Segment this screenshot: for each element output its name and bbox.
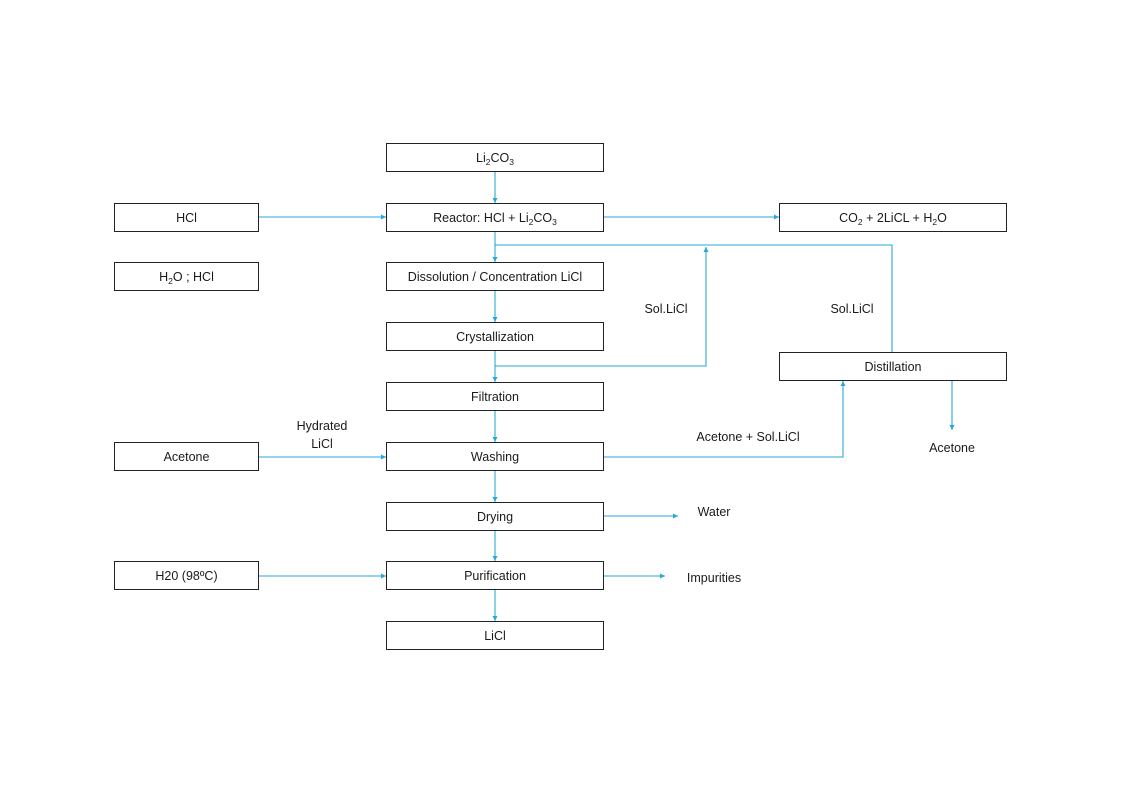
label-acetone-output: Acetone: [929, 441, 975, 455]
box-crystallization: Crystallization: [386, 322, 604, 351]
box-drying: Drying: [386, 502, 604, 531]
box-label: Drying: [476, 509, 514, 524]
label-sol-licl-distillation: Sol.LiCl: [830, 302, 874, 316]
box-label: Washing: [470, 449, 520, 464]
box-h2o-hcl: H2O ; HCl: [114, 262, 259, 291]
box-label: H20 (98ºC): [155, 568, 218, 583]
box-li2co3: Li2CO3: [386, 143, 604, 172]
box-reaction-products: CO2 + 2LiCL + H2O: [779, 203, 1007, 232]
box-label: Crystallization: [456, 329, 534, 344]
box-hcl: HCl: [114, 203, 259, 232]
box-h2o-98c: H20 (98ºC): [114, 561, 259, 590]
box-label: Li2CO3: [476, 150, 514, 167]
label-hydrated: Hydrated: [296, 419, 348, 433]
label-sol-licl-recycle: Sol.LiCl: [644, 302, 688, 316]
label-impurities: Impurities: [686, 571, 742, 585]
box-dissolution: Dissolution / Concentration LiCl: [386, 262, 604, 291]
label-water: Water: [697, 505, 731, 519]
box-purification: Purification: [386, 561, 604, 590]
arrow-washing-to-distillation: [604, 381, 846, 458]
box-label: H2O ; HCl: [159, 269, 214, 286]
box-distillation: Distillation: [779, 352, 1007, 381]
box-label: Dissolution / Concentration LiCl: [407, 269, 583, 284]
box-label: Filtration: [471, 389, 519, 404]
box-label: CO2 + 2LiCL + H2O: [839, 210, 947, 227]
box-acetone-input: Acetone: [114, 442, 259, 471]
label-acetone-sol-licl: Acetone + Sol.LiCl: [696, 430, 800, 444]
box-licl: LiCl: [386, 621, 604, 650]
box-washing: Washing: [386, 442, 604, 471]
box-label: Distillation: [864, 359, 922, 374]
box-label: Purification: [464, 568, 526, 583]
box-reactor: Reactor: HCl + Li2CO3: [386, 203, 604, 232]
box-label: LiCl: [484, 628, 506, 643]
box-label: Acetone: [163, 449, 210, 464]
label-hydrated-licl: LiCl: [311, 437, 333, 451]
box-label: HCl: [176, 210, 197, 225]
box-label: Reactor: HCl + Li2CO3: [433, 210, 557, 227]
box-filtration: Filtration: [386, 382, 604, 411]
